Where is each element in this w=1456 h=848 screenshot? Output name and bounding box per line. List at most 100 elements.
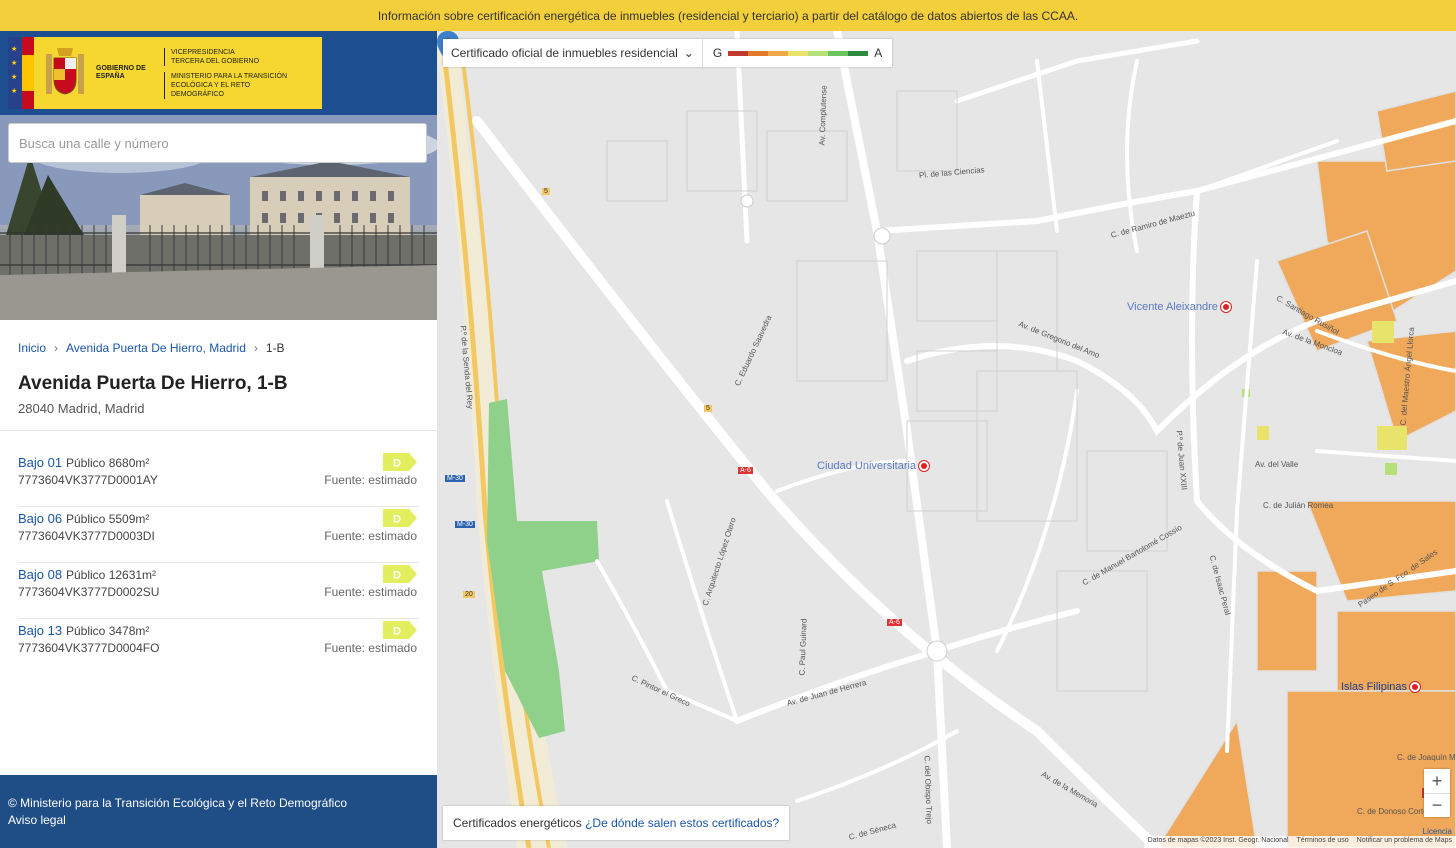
chevron-right-icon: › — [54, 341, 59, 355]
unit-name-link[interactable]: Bajo 01 — [18, 455, 62, 470]
unit-source: Fuente: estimado — [324, 641, 417, 655]
unit-cadastral-ref: 7773604VK3777D0003DI — [18, 529, 155, 543]
list-item[interactable]: Bajo 08 Público 12631m² 7773604VK3777D00… — [18, 563, 419, 619]
layer-select[interactable]: Certificado oficial de inmuebles residen… — [443, 39, 703, 67]
scale-segment-a — [848, 50, 869, 56]
map-canvas[interactable] — [437, 31, 1456, 848]
breadcrumb-home-link[interactable]: Inicio — [18, 341, 46, 355]
government-header: ★ ★ ★ ★ GOBIERNO DE ESPAÑA VICEPRESIDENCIA … — [0, 31, 437, 115]
road-shield-5: 5 — [542, 188, 550, 195]
road-shield-5: 5 — [704, 405, 712, 412]
unit-use: Público 3478m² — [66, 624, 150, 638]
scale-segment-e — [768, 50, 789, 56]
metro-icon — [919, 461, 930, 472]
zoom-out-button[interactable]: − — [1424, 793, 1450, 817]
government-label: GOBIERNO DE ESPAÑA — [96, 65, 146, 80]
unit-name-link[interactable]: Bajo 13 — [18, 623, 62, 638]
info-label: Certificados energéticos — [453, 816, 582, 830]
metro-station[interactable]: Vicente Aleixandre — [1127, 301, 1231, 313]
address-subtitle: 28040 Madrid, Madrid — [18, 401, 145, 416]
eu-stars-icon: ★ ★ ★ ★ — [8, 37, 22, 109]
road-shield-a6: A-6 — [887, 619, 902, 626]
unit-source: Fuente: estimado — [324, 529, 417, 543]
street-label: C. de Julián Romea — [1263, 501, 1334, 510]
spain-flag-icon — [22, 37, 34, 109]
road-shield-m30: M-30 — [455, 521, 475, 528]
metro-station[interactable]: Islas Filipinas — [1341, 681, 1421, 693]
sidebar: ★ ★ ★ ★ GOBIERNO DE ESPAÑA VICEPRESIDENCIA … — [0, 31, 437, 848]
metro-station[interactable]: Ciudad Universitaria — [817, 460, 930, 472]
breadcrumb-current: 1-B — [265, 341, 285, 355]
breadcrumb-street-link[interactable]: Avenida Puerta De Hierro, Madrid — [66, 341, 246, 355]
energy-rating-badge: D — [383, 565, 417, 583]
chevron-right-icon: › — [253, 341, 258, 355]
map-attribution: Datos de mapas ©2023 Inst. Geogr. Nacion… — [1143, 836, 1456, 848]
report-problem-link[interactable]: Notificar un problema de Maps — [1357, 837, 1452, 847]
unit-source: Fuente: estimado — [324, 585, 417, 599]
energy-rating-badge: D — [383, 621, 417, 639]
metro-station-label: Ciudad Universitaria — [817, 460, 917, 472]
zoom-in-button[interactable]: + — [1424, 769, 1450, 793]
ministry-label: MINISTERIO PARA LA TRANSICIÓN ECOLÓGICA … — [164, 71, 304, 99]
search-input[interactable]: Busca una calle y número — [8, 123, 427, 163]
list-item[interactable]: Bajo 13 Público 3478m² 7773604VK3777D000… — [18, 619, 419, 675]
unit-use: Público 12631m² — [66, 568, 157, 582]
certificates-info-box: Certificados energéticos ¿De dónde salen… — [443, 806, 790, 840]
breadcrumb: Inicio › Avenida Puerta De Hierro, Madri… — [18, 341, 285, 355]
svg-text:D: D — [393, 626, 401, 638]
unit-cadastral-ref: 7773604VK3777D0002SU — [18, 585, 160, 599]
list-item[interactable]: Bajo 01 Público 8680m² 7773604VK3777D000… — [18, 451, 419, 507]
street-label: C. de Donoso Cortés — [1357, 807, 1432, 816]
certificates-source-link[interactable]: ¿De dónde salen estos certificados? — [585, 816, 779, 830]
street-label: C. de Joaquín M — [1397, 753, 1456, 762]
scale-segment-d — [788, 50, 809, 56]
vicepresidency-label: VICEPRESIDENCIA TERCERA DEL GOBIERNO — [164, 47, 264, 66]
page-title: Avenida Puerta De Hierro, 1-B — [18, 373, 288, 394]
unit-use: Público 8680m² — [66, 456, 150, 470]
unit-list: Bajo 01 Público 8680m² 7773604VK3777D000… — [0, 451, 437, 675]
unit-use: Público 5509m² — [66, 512, 150, 526]
metro-station-label: Islas Filipinas — [1341, 681, 1408, 693]
svg-text:D: D — [393, 514, 401, 526]
energy-scale-bar — [728, 50, 869, 56]
scale-low-label: G — [712, 46, 723, 60]
unit-cadastral-ref: 7773604VK3777D0004FO — [18, 641, 160, 655]
info-banner: Información sobre certificación energéti… — [0, 0, 1456, 31]
chevron-down-icon: ⌄ — [683, 46, 694, 60]
terms-link[interactable]: Términos de uso — [1297, 837, 1349, 847]
footer-copyright: © Ministerio para la Transición Ecológic… — [8, 796, 347, 810]
coat-of-arms-icon — [46, 48, 84, 95]
unit-source: Fuente: estimado — [324, 473, 417, 487]
metro-station-label: Vicente Aleixandre — [1127, 301, 1218, 313]
scale-segment-g — [728, 50, 749, 56]
unit-name-link[interactable]: Bajo 06 — [18, 511, 62, 526]
layer-select-value: Certificado oficial de inmuebles residen… — [451, 46, 678, 60]
street-label: Av. del Valle — [1255, 460, 1299, 469]
unit-name-link[interactable]: Bajo 08 — [18, 567, 62, 582]
scale-segment-b — [828, 50, 849, 56]
licence-link[interactable]: Licencia — [1423, 827, 1452, 836]
energy-rating-badge: D — [383, 509, 417, 527]
certificate-layer-control: Certificado oficial de inmuebles residen… — [443, 39, 893, 67]
metro-icon — [1220, 302, 1231, 313]
map-view[interactable]: 5 5 A-6 A-6 M-30 M-30 20 Av. Complutense… — [437, 31, 1456, 848]
legal-notice-link[interactable]: Aviso legal — [8, 812, 429, 829]
attribution-data: Datos de mapas ©2023 Inst. Geogr. Nacion… — [1147, 837, 1289, 844]
energy-scale-legend: G A — [703, 46, 892, 60]
scale-segment-c — [808, 50, 829, 56]
svg-text:D: D — [393, 570, 401, 582]
divider — [0, 430, 437, 431]
government-logo[interactable]: ★ ★ ★ ★ GOBIERNO DE ESPAÑA VICEPRESIDENCIA … — [8, 37, 322, 109]
road-shield-a6: A-6 — [738, 467, 753, 474]
zoom-control: + − — [1424, 769, 1450, 817]
list-item[interactable]: Bajo 06 Público 5509m² 7773604VK3777D000… — [18, 507, 419, 563]
road-shield-m30: M-30 — [445, 475, 465, 482]
footer: © Ministerio para la Transición Ecológic… — [0, 775, 437, 848]
unit-cadastral-ref: 7773604VK3777D0001AY — [18, 473, 158, 487]
metro-icon — [1410, 682, 1421, 693]
svg-text:D: D — [393, 458, 401, 470]
scale-high-label: A — [874, 46, 883, 60]
info-banner-text: Información sobre certificación energéti… — [377, 8, 1079, 23]
road-shield-20: 20 — [463, 591, 475, 598]
energy-rating-badge: D — [383, 453, 417, 471]
